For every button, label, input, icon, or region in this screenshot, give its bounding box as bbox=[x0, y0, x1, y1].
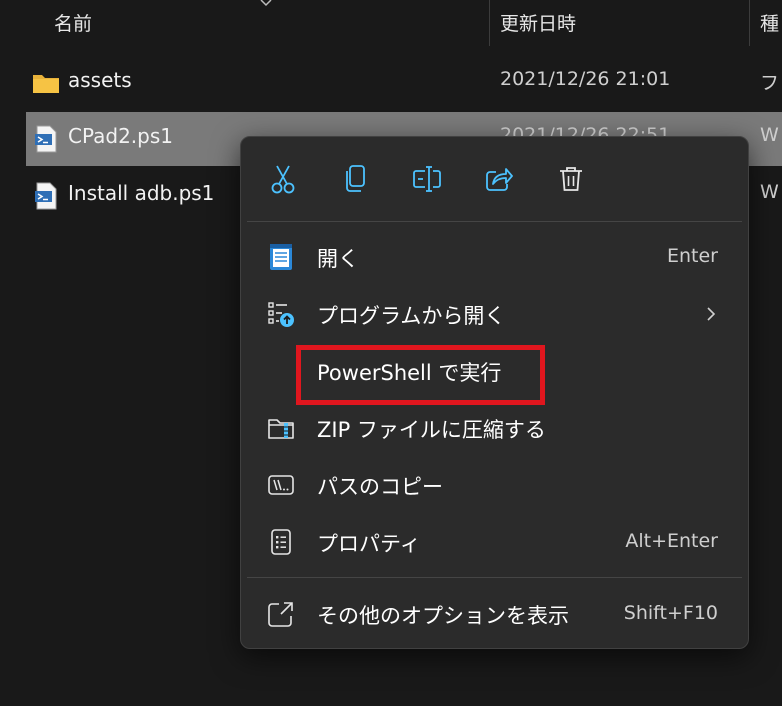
file-type: W bbox=[760, 124, 779, 146]
file-name: CPad2.ps1 bbox=[68, 124, 173, 148]
menu-item-label: PowerShell で実行 bbox=[317, 361, 502, 385]
cut-button[interactable] bbox=[261, 157, 305, 201]
menu-item-shortcut: Enter bbox=[667, 245, 718, 267]
scissors-icon bbox=[271, 165, 295, 194]
open-with-icon bbox=[268, 302, 294, 327]
chevron-right-icon bbox=[707, 307, 716, 321]
menu-item-label: ZIP ファイルに圧縮する bbox=[317, 418, 546, 442]
delete-button[interactable] bbox=[549, 157, 593, 201]
explorer-window: 名前 更新日時 種 assets 2021/12/26 21:01 ファ CPa… bbox=[0, 0, 782, 706]
column-name-header[interactable]: 名前 bbox=[54, 9, 92, 36]
file-type: W bbox=[760, 181, 779, 203]
menu-item-shortcut: Shift+F10 bbox=[623, 602, 718, 624]
file-name: assets bbox=[68, 68, 132, 92]
menu-item-copy-path[interactable]: パスのコピー bbox=[247, 459, 742, 511]
copy-path-icon bbox=[268, 475, 294, 495]
powershell-script-icon bbox=[35, 125, 57, 153]
menu-item-properties[interactable]: プロパティ Alt+Enter bbox=[247, 516, 742, 568]
trash-icon bbox=[560, 167, 582, 191]
quick-actions-bar bbox=[241, 137, 748, 221]
file-date: 2021/12/26 21:01 bbox=[500, 68, 671, 90]
more-options-icon bbox=[268, 602, 293, 627]
column-header: 名前 更新日時 種 bbox=[0, 0, 782, 46]
menu-item-shortcut: Alt+Enter bbox=[625, 530, 718, 552]
share-icon bbox=[486, 168, 513, 191]
context-menu: 開く Enter プログラムから開く PowerShell で実行 ZIP ファ… bbox=[240, 136, 749, 649]
share-button[interactable] bbox=[477, 157, 521, 201]
powershell-script-icon bbox=[35, 182, 57, 210]
zip-folder-icon bbox=[268, 419, 294, 439]
menu-item-open-with[interactable]: プログラムから開く bbox=[247, 288, 742, 340]
menu-item-label: プロパティ bbox=[317, 532, 421, 556]
menu-item-open[interactable]: 開く Enter bbox=[247, 231, 742, 283]
column-modified-header[interactable]: 更新日時 bbox=[500, 9, 576, 36]
sort-ascending-icon bbox=[260, 0, 272, 7]
menu-separator bbox=[247, 221, 742, 222]
file-name: Install adb.ps1 bbox=[68, 181, 215, 205]
menu-item-label: パスのコピー bbox=[317, 475, 443, 499]
menu-item-label: プログラムから開く bbox=[317, 304, 506, 328]
menu-item-compress-zip[interactable]: ZIP ファイルに圧縮する bbox=[247, 402, 742, 454]
rename-icon bbox=[413, 166, 441, 192]
menu-item-label: 開く bbox=[317, 247, 359, 271]
rename-button[interactable] bbox=[405, 157, 449, 201]
notepad-icon bbox=[270, 244, 292, 270]
file-row-assets[interactable]: assets 2021/12/26 21:01 ファ bbox=[26, 56, 782, 110]
menu-item-label: その他のオプションを表示 bbox=[317, 604, 569, 628]
file-type: ファ bbox=[760, 72, 782, 94]
column-type-header[interactable]: 種 bbox=[760, 9, 779, 36]
column-divider[interactable] bbox=[489, 0, 490, 46]
copy-icon bbox=[346, 165, 365, 192]
column-divider[interactable] bbox=[749, 0, 750, 46]
menu-item-more-options[interactable]: その他のオプションを表示 Shift+F10 bbox=[247, 588, 742, 640]
properties-icon bbox=[271, 529, 291, 555]
menu-item-run-powershell[interactable]: PowerShell で実行 bbox=[247, 345, 742, 397]
menu-separator bbox=[247, 577, 742, 578]
folder-icon bbox=[33, 75, 59, 93]
copy-button[interactable] bbox=[333, 157, 377, 201]
